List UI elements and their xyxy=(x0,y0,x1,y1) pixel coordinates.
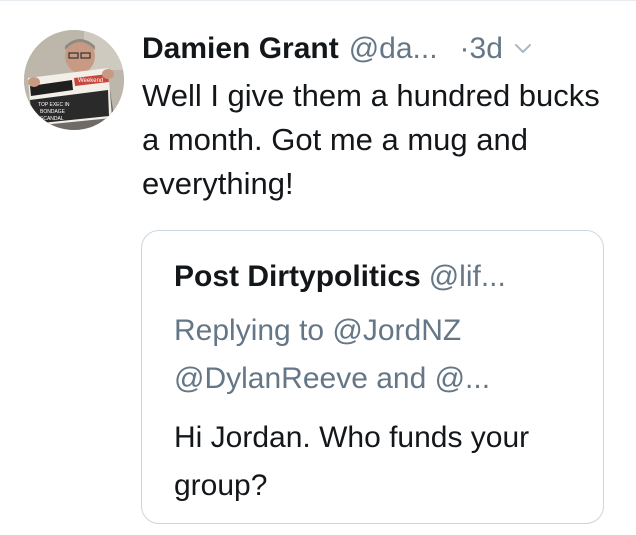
quoted-replying-to: Replying to @JordNZ @DylanReeve and @... xyxy=(174,307,594,403)
replying-to-line-2: @DylanReeve and @... xyxy=(174,362,491,395)
tweet-text: Well I give them a hundred bucks a month… xyxy=(142,78,600,201)
tweet-header: Damien Grant @da... ·3d xyxy=(142,28,612,70)
quoted-tweet-card[interactable]: Post Dirtypolitics @lif... Replying to @J… xyxy=(141,230,604,524)
tweet-timestamp[interactable]: ·3d xyxy=(460,32,503,66)
author-name[interactable]: Damien Grant xyxy=(142,32,339,66)
quoted-tweet-text: Hi Jordan. Who funds your group? xyxy=(174,421,530,502)
avatar-newspaper-title: Weekend xyxy=(78,78,103,84)
quoted-tweet-header: Post Dirtypolitics @lif... xyxy=(174,255,594,299)
top-divider xyxy=(0,0,636,1)
quoted-author-name: Post Dirtypolitics xyxy=(174,260,421,293)
avatar-image: Weekend TOP EXEC IN BONDAGE SCANDAL xyxy=(24,30,124,130)
svg-text:SCANDAL: SCANDAL xyxy=(40,116,64,122)
svg-text:BONDAGE: BONDAGE xyxy=(40,109,66,115)
chevron-down-icon[interactable] xyxy=(513,39,533,59)
avatar[interactable]: Weekend TOP EXEC IN BONDAGE SCANDAL xyxy=(24,30,124,130)
author-handle[interactable]: @da... xyxy=(349,32,438,66)
avatar-newspaper-headline: TOP EXEC IN xyxy=(38,102,70,108)
replying-to-line-1: Replying to @JordNZ xyxy=(174,314,462,347)
tweet[interactable]: Weekend TOP EXEC IN BONDAGE SCANDAL Dami… xyxy=(0,0,636,535)
quoted-author-handle: @lif... xyxy=(428,260,506,293)
